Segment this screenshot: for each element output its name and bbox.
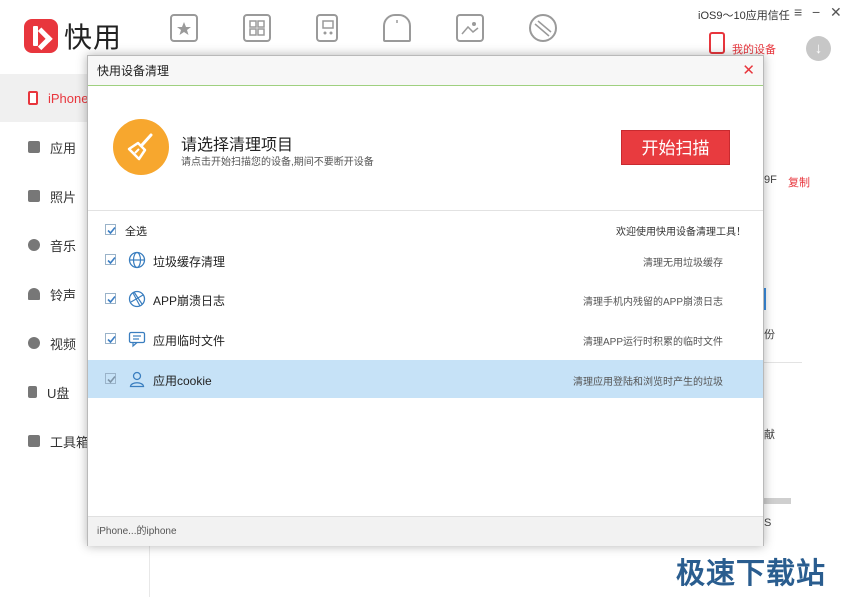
gamepad-icon[interactable]: [316, 14, 338, 42]
dialog-titlebar: 快用设备清理 ✕: [88, 56, 763, 86]
star-icon[interactable]: [170, 14, 198, 42]
bell-icon[interactable]: [383, 14, 411, 42]
sidebar-item-label: 音乐: [50, 238, 77, 254]
broom-icon: [113, 119, 169, 175]
app-logo: 快用: [24, 16, 122, 56]
watermark: 极速下载站: [676, 558, 827, 590]
apps-icon[interactable]: [243, 14, 271, 42]
sidebar-item-label: 照片: [50, 189, 77, 205]
list-item-selected[interactable]: 应用cookie 清理应用登陆和浏览时产生的垃圾: [88, 360, 763, 398]
welcome-text: 欢迎使用快用设备清理工具！: [616, 227, 746, 238]
dialog-close-button[interactable]: ✕: [742, 63, 755, 79]
minimize-button[interactable]: −: [812, 4, 820, 20]
aperture-icon: [128, 290, 146, 308]
top-nav: [170, 14, 602, 42]
apps-icon: [28, 141, 40, 153]
phone-icon: [28, 91, 38, 105]
item-description: 清理应用登陆和浏览时产生的垃圾: [573, 377, 723, 388]
device-clean-dialog: 快用设备清理 ✕ 请选择清理项目 请点击开始扫描您的设备,期间不要断开设备 开始…: [87, 55, 764, 546]
close-window-button[interactable]: ✕: [830, 4, 842, 21]
sidebar-item-label: iPhone: [48, 90, 89, 106]
select-all-label: 全选: [125, 226, 147, 238]
item-label: 应用cookie: [153, 374, 212, 388]
chat-icon: [128, 330, 146, 348]
dialog-title: 快用设备清理: [97, 64, 170, 78]
sidebar-item-label: 铃声: [50, 287, 77, 303]
device-name-label: iPhone...的iphone: [97, 526, 177, 537]
wallpaper-icon[interactable]: [529, 14, 557, 42]
item-label: 垃圾缓存清理: [153, 255, 226, 269]
dialog-header: 请选择清理项目 请点击开始扫描您的设备,期间不要断开设备 开始扫描: [88, 87, 763, 211]
sidebar-item-label: 工具箱: [50, 434, 90, 450]
download-icon[interactable]: ↓: [806, 36, 831, 61]
logo-text: 快用: [64, 22, 123, 53]
list-item[interactable]: 应用临时文件 清理APP运行时积累的临时文件: [88, 320, 763, 358]
globe-icon: [128, 251, 146, 269]
bg-partial-text: S: [764, 517, 772, 529]
item-label: APP崩溃日志: [153, 294, 226, 308]
item-checkbox[interactable]: [105, 333, 116, 344]
bg-partial-text: 9F: [764, 174, 777, 186]
item-checkbox[interactable]: [105, 373, 116, 384]
item-checkbox[interactable]: [105, 254, 116, 265]
window-restore-icon[interactable]: ≡: [794, 4, 802, 20]
usb-icon: [28, 386, 37, 398]
picture-icon[interactable]: [456, 14, 484, 42]
toolbox-icon: [28, 435, 40, 447]
bg-progress: [764, 498, 791, 504]
logo-k-icon: [24, 19, 58, 53]
bg-accent-bar: [764, 288, 766, 310]
dialog-footer: iPhone...的iphone: [88, 516, 763, 546]
item-checkbox[interactable]: [105, 293, 116, 304]
start-scan-button[interactable]: 开始扫描: [621, 130, 730, 165]
music-icon: [28, 239, 40, 251]
video-icon: [28, 337, 40, 349]
item-description: 清理APP运行时积累的临时文件: [582, 337, 723, 348]
item-label: 应用临时文件: [153, 334, 226, 348]
bg-divider: [764, 362, 802, 363]
photo-icon: [28, 190, 40, 202]
list-item[interactable]: 垃圾缓存清理 清理无用垃圾缓存: [88, 241, 763, 279]
item-description: 清理手机内残留的APP崩溃日志: [582, 297, 723, 308]
header-title: 请选择清理项目: [181, 137, 294, 154]
sidebar-item-label: 视频: [50, 336, 77, 352]
bg-partial-text: 份: [764, 329, 775, 341]
phone-icon[interactable]: [709, 32, 725, 54]
bg-partial-text: 献: [764, 429, 775, 441]
bell-icon: [28, 288, 40, 300]
sidebar-item-label: 应用: [50, 140, 77, 156]
ios-trust-link[interactable]: iOS9～10应用信任: [698, 7, 790, 23]
select-all-checkbox[interactable]: [105, 224, 116, 235]
list-item[interactable]: APP崩溃日志 清理手机内残留的APP崩溃日志: [88, 280, 763, 318]
item-description: 清理无用垃圾缓存: [643, 258, 723, 269]
header-subtitle: 请点击开始扫描您的设备,期间不要断开设备: [181, 157, 374, 168]
copy-link[interactable]: 复制: [788, 174, 810, 190]
user-icon: [128, 370, 146, 388]
sidebar-item-label: U盘: [47, 385, 70, 401]
